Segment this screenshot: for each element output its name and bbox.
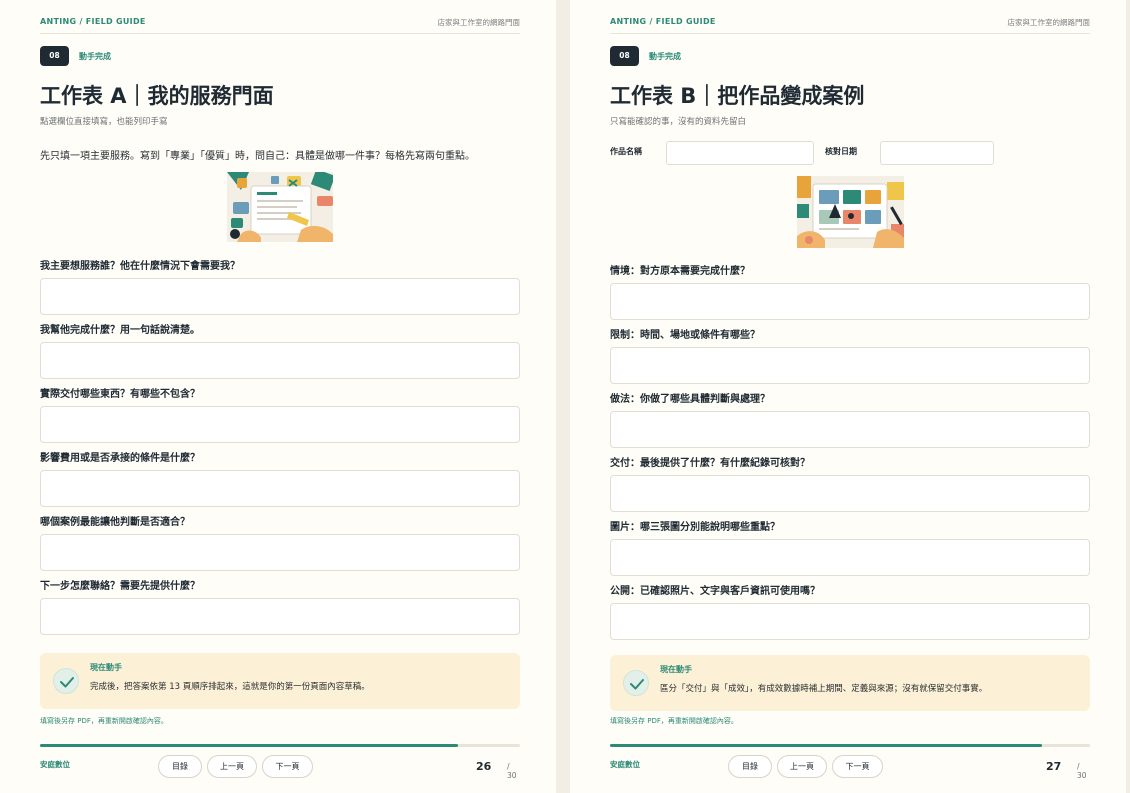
question-field: 影響費用或是否承接的條件是什麼？ [40,449,520,507]
answer-input[interactable] [40,598,520,635]
header-section-title: 店家與工作室的網路門面 [437,18,521,27]
action-callout: 現在動手 完成後，把答案依第 13 頁順序排起來，這就是你的第一份頁面內容草稿。 [40,653,520,709]
footer-brand: 安庭數位 [40,760,70,769]
page-number: 27 [1046,760,1062,773]
work-meta-row: 作品名稱 核對日期 [610,141,1090,167]
chapter-label: 動手完成 [79,52,111,61]
header-section-title: 店家與工作室的網路門面 [1007,18,1091,27]
question-field: 交付：最後提供了什麼？有什麼紀錄可核對？ [610,454,1090,512]
question-field: 圖片：哪三張圖分別能說明哪些重點？ [610,518,1090,576]
question-field: 實際交付哪些東西？有哪些不包含？ [40,385,520,443]
toc-button[interactable]: 目錄 [158,755,202,778]
worksheet-writing-illustration [227,172,333,242]
worksheet-page-right: ANTING / FIELD GUIDE 店家與工作室的網路門面 08 動手完成… [570,0,1126,793]
answer-input[interactable] [40,406,520,443]
callout-title: 現在動手 [90,663,122,672]
reading-progress-fill [40,744,458,747]
callout-text: 完成後，把答案依第 13 頁順序排起來，這就是你的第一份頁面內容草稿。 [90,682,370,692]
page-subtitle: 只寫能確認的事，沒有的資料先留白 [610,117,747,127]
save-pdf-note: 填寫後另存 PDF，再重新開啟確認內容。 [610,717,738,725]
case-study-photos-illustration [797,176,904,248]
check-date-input[interactable] [880,141,994,165]
toc-button[interactable]: 目錄 [728,755,772,778]
chapter-number-badge: 08 [610,46,639,66]
question-label: 影響費用或是否承接的條件是什麼？ [40,453,200,464]
running-header: ANTING / FIELD GUIDE 店家與工作室的網路門面 [610,16,1090,34]
question-label: 哪個案例最能讓他判斷是否適合？ [40,517,190,528]
answer-input[interactable] [40,470,520,507]
question-label: 限制：時間、場地或條件有哪些？ [610,330,760,341]
next-page-button[interactable]: 下一頁 [832,755,883,778]
check-icon [623,670,649,696]
chapter-number-badge: 08 [40,46,69,66]
work-name-label: 作品名稱 [610,147,642,156]
callout-text: 區分「交付」與「成效」，有成效數據時補上期間、定義與來源；沒有就保留交付事實。 [660,684,988,694]
page-subtitle: 點選欄位直接填寫，也能列印手寫 [40,117,168,127]
page-total: / 30 [1077,762,1087,780]
page-total: / 30 [507,762,517,780]
answer-input[interactable] [610,411,1090,448]
question-label: 交付：最後提供了什麼？有什麼紀錄可核對？ [610,458,810,469]
check-icon [53,668,79,694]
intro-text: 先只填一項主要服務。寫到「專業」「優質」時，問自己：具體是做哪一件事？每格先寫兩… [40,151,475,162]
save-pdf-note: 填寫後另存 PDF，再重新開啟確認內容。 [40,717,168,725]
callout-title: 現在動手 [660,665,692,674]
page-number: 26 [476,760,492,773]
reading-progress-fill [610,744,1042,747]
answer-input[interactable] [40,342,520,379]
reading-progress-bar [610,744,1090,747]
page-title: 工作表 B｜把作品變成案例 [610,84,865,108]
action-callout: 現在動手 區分「交付」與「成效」，有成效數據時補上期間、定義與來源；沒有就保留交… [610,655,1090,711]
question-label: 做法：你做了哪些具體判斷與處理？ [610,394,770,405]
question-field: 公開：已確認照片、文字與客戶資訊可使用嗎？ [610,582,1090,640]
question-label: 實際交付哪些東西？有哪些不包含？ [40,389,200,400]
question-label: 我主要想服務誰？他在什麼情況下會需要我？ [40,261,240,272]
footer-brand: 安庭數位 [610,760,640,769]
question-field: 情境：對方原本需要完成什麼？ [610,262,1090,320]
question-label: 公開：已確認照片、文字與客戶資訊可使用嗎？ [610,586,820,597]
answer-input[interactable] [40,534,520,571]
question-label: 圖片：哪三張圖分別能說明哪些重點？ [610,522,780,533]
answer-input[interactable] [610,539,1090,576]
question-field: 我幫他完成什麼？用一句話說清楚。 [40,321,520,379]
question-field: 下一步怎麼聯絡？需要先提供什麼？ [40,577,520,635]
question-field: 我主要想服務誰？他在什麼情況下會需要我？ [40,257,520,315]
page-title: 工作表 A｜我的服務門面 [40,84,274,108]
reading-progress-bar [40,744,520,747]
answer-input[interactable] [610,283,1090,320]
question-field: 限制：時間、場地或條件有哪些？ [610,326,1090,384]
worksheet-page-left: ANTING / FIELD GUIDE 店家與工作室的網路門面 08 動手完成… [0,0,556,793]
prev-page-button[interactable]: 上一頁 [777,755,827,778]
answer-input[interactable] [610,347,1090,384]
check-date-label: 核對日期 [825,147,857,156]
running-header: ANTING / FIELD GUIDE 店家與工作室的網路門面 [40,16,520,34]
question-field: 哪個案例最能讓他判斷是否適合？ [40,513,520,571]
header-brand: ANTING / FIELD GUIDE [610,17,716,26]
work-name-input[interactable] [666,141,814,165]
chapter-label: 動手完成 [649,52,681,61]
next-page-button[interactable]: 下一頁 [262,755,313,778]
header-brand: ANTING / FIELD GUIDE [40,17,146,26]
prev-page-button[interactable]: 上一頁 [207,755,257,778]
answer-input[interactable] [610,475,1090,512]
question-label: 情境：對方原本需要完成什麼？ [610,266,750,277]
question-label: 下一步怎麼聯絡？需要先提供什麼？ [40,581,200,592]
answer-input[interactable] [40,278,520,315]
question-label: 我幫他完成什麼？用一句話說清楚。 [40,325,200,336]
question-field: 做法：你做了哪些具體判斷與處理？ [610,390,1090,448]
answer-input[interactable] [610,603,1090,640]
